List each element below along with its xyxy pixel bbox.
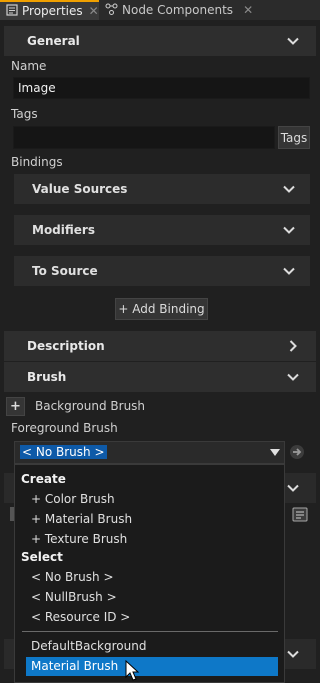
chevron-down-icon [283,267,295,275]
resource-picker-icon[interactable] [292,507,308,522]
dropdown-divider [22,631,278,632]
foreground-brush-combobox[interactable]: < No Brush > [14,441,285,464]
background-brush-label: Background Brush [35,399,146,413]
create-color-brush-item[interactable]: + Color Brush [31,492,115,506]
tab-node-components-label: Node Components [122,3,234,17]
chevron-down-icon [283,226,295,234]
modifiers-title: Modifiers [32,223,95,237]
link-arrow-icon[interactable] [289,444,305,460]
chevron-down-icon [287,484,299,492]
tab-properties-label: Properties [22,4,83,18]
select-no-brush-item[interactable]: < No Brush > [31,570,114,584]
dropdown-arrow-icon[interactable] [270,449,280,456]
select-header: Select [21,550,63,564]
properties-icon [6,3,18,19]
description-section-header[interactable]: Description [4,331,316,361]
tags-field[interactable] [13,126,275,149]
bindings-label: Bindings [11,155,63,169]
select-resource-id-item[interactable]: < Resource ID > [31,610,130,624]
add-binding-button[interactable]: + Add Binding [115,298,208,320]
tab-node-components[interactable]: Node Components ✕ [101,0,253,20]
node-components-icon [105,3,118,18]
tags-label: Tags [11,107,38,121]
close-icon[interactable]: ✕ [243,3,253,17]
brush-section-header[interactable]: Brush [4,362,316,392]
create-header: Create [21,472,66,486]
resource-material-brush-item[interactable]: Material Brush [26,657,278,676]
value-sources-header[interactable]: Value Sources [14,174,310,204]
tab-properties[interactable]: Properties ✕ [0,0,99,20]
to-source-header[interactable]: To Source [14,256,310,286]
close-icon[interactable]: ✕ [89,4,99,18]
tags-button[interactable]: Tags [278,126,310,149]
value-sources-title: Value Sources [32,182,128,196]
create-material-brush-item[interactable]: + Material Brush [31,512,132,526]
chevron-down-icon [287,373,299,381]
chevron-right-icon [289,340,297,352]
create-texture-brush-item[interactable]: + Texture Brush [31,532,127,546]
foreground-brush-value[interactable]: < No Brush > [20,445,107,459]
chevron-down-icon [287,650,299,658]
foreground-brush-label: Foreground Brush [11,421,118,435]
name-field[interactable]: Image [13,77,310,99]
resource-default-background-item[interactable]: DefaultBackground [31,639,146,653]
chevron-down-icon [283,185,295,193]
select-null-brush-item[interactable]: < NullBrush > [31,590,117,604]
to-source-title: To Source [32,264,98,278]
description-title: Description [27,339,105,353]
brush-title: Brush [27,370,67,384]
mouse-cursor-icon [125,660,140,681]
modifiers-header[interactable]: Modifiers [14,215,310,245]
add-background-brush-button[interactable]: + [6,397,25,416]
general-section-header[interactable]: General [4,26,316,56]
general-title: General [27,34,80,48]
name-label: Name [11,59,47,73]
chevron-down-icon [287,37,299,45]
